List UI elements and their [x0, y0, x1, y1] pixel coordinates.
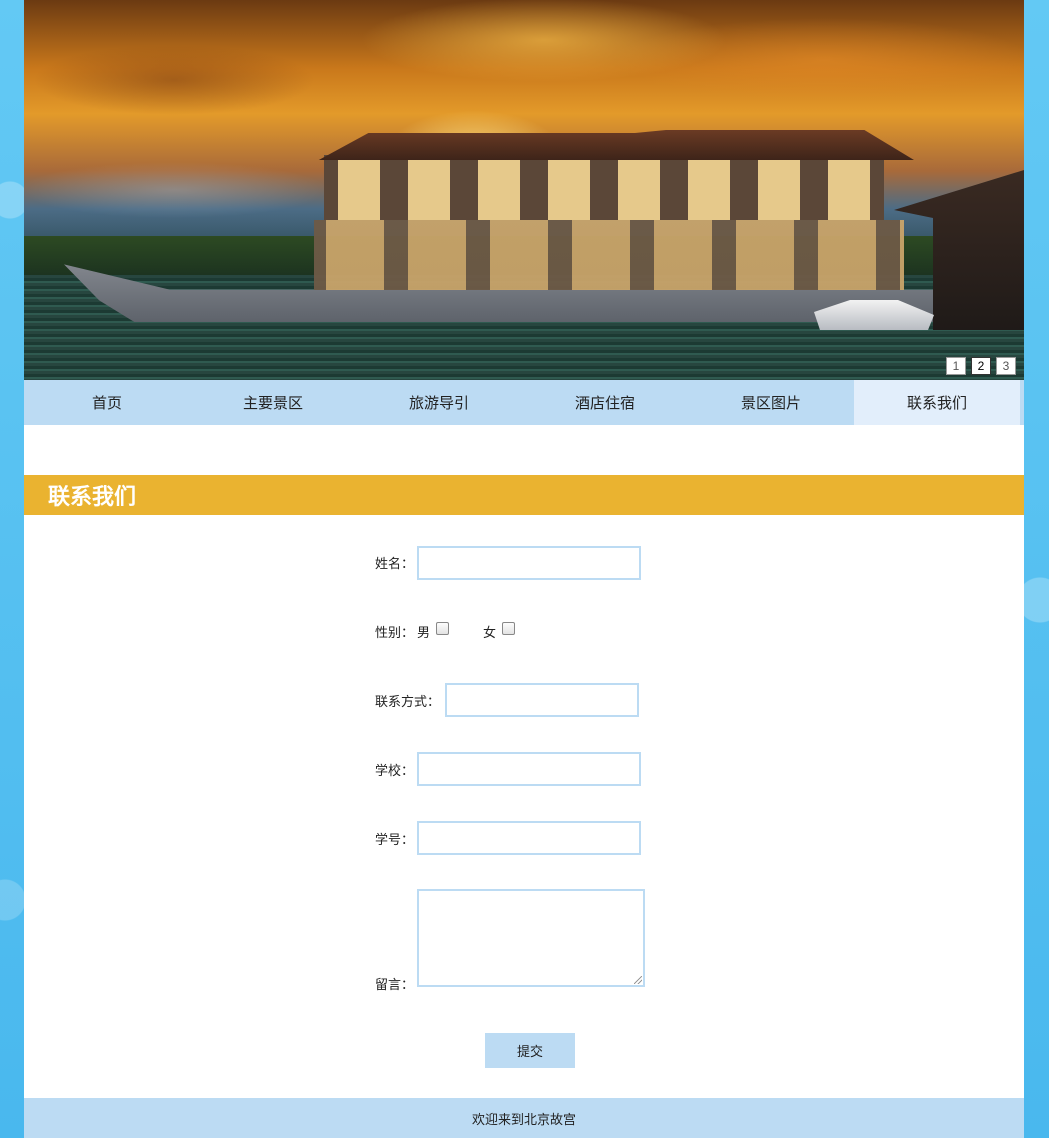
gender-male-label: 男 [417, 626, 431, 641]
gender-male-checkbox[interactable] [436, 622, 449, 635]
student-id-input[interactable] [417, 821, 641, 855]
nav-item-travel-guide[interactable]: 旅游导引 [356, 380, 522, 425]
marble-boat-upper-deck [324, 155, 884, 220]
gender-female-label: 女 [483, 626, 497, 641]
school-input[interactable] [417, 752, 641, 786]
contact-label: 联系方式： [375, 695, 441, 710]
name-input[interactable] [417, 546, 641, 580]
marble-boat-roof [318, 130, 914, 160]
gender-label: 性别： [375, 626, 415, 641]
message-label: 留言： [375, 978, 415, 993]
resize-grip-icon[interactable] [634, 976, 642, 984]
marble-boat-lower-deck [314, 220, 904, 290]
footer: 欢迎来到北京故宫 [24, 1098, 1024, 1138]
banner-slideshow: 1 2 3 [24, 0, 1024, 380]
nav-item-main-scenic-areas[interactable]: 主要景区 [190, 380, 356, 425]
submit-button[interactable]: 提交 [485, 1033, 575, 1068]
slide-button-3[interactable]: 3 [996, 357, 1016, 375]
nav-item-scenic-photos[interactable]: 景区图片 [688, 380, 854, 425]
nav-item-contact-us[interactable]: 联系我们 [854, 380, 1020, 425]
nav-item-hotels[interactable]: 酒店住宿 [522, 380, 688, 425]
nav-item-home[interactable]: 首页 [24, 380, 190, 425]
slide-button-2[interactable]: 2 [971, 357, 991, 375]
gender-female-checkbox[interactable] [502, 622, 515, 635]
message-textarea[interactable] [417, 889, 645, 987]
student-id-label: 学号： [375, 833, 415, 848]
main-nav: 首页 主要景区 旅游导引 酒店住宿 景区图片 联系我们 [24, 380, 1024, 425]
contact-input[interactable] [445, 683, 639, 717]
slide-button-1[interactable]: 1 [946, 357, 966, 375]
page-container: 1 2 3 首页 主要景区 旅游导引 酒店住宿 景区图片 联系我们 联系我们 姓… [24, 0, 1024, 1138]
section-title: 联系我们 [24, 475, 1024, 515]
name-label: 姓名： [375, 557, 415, 572]
school-label: 学校： [375, 764, 415, 779]
slide-pagination: 1 2 3 [946, 357, 1016, 375]
